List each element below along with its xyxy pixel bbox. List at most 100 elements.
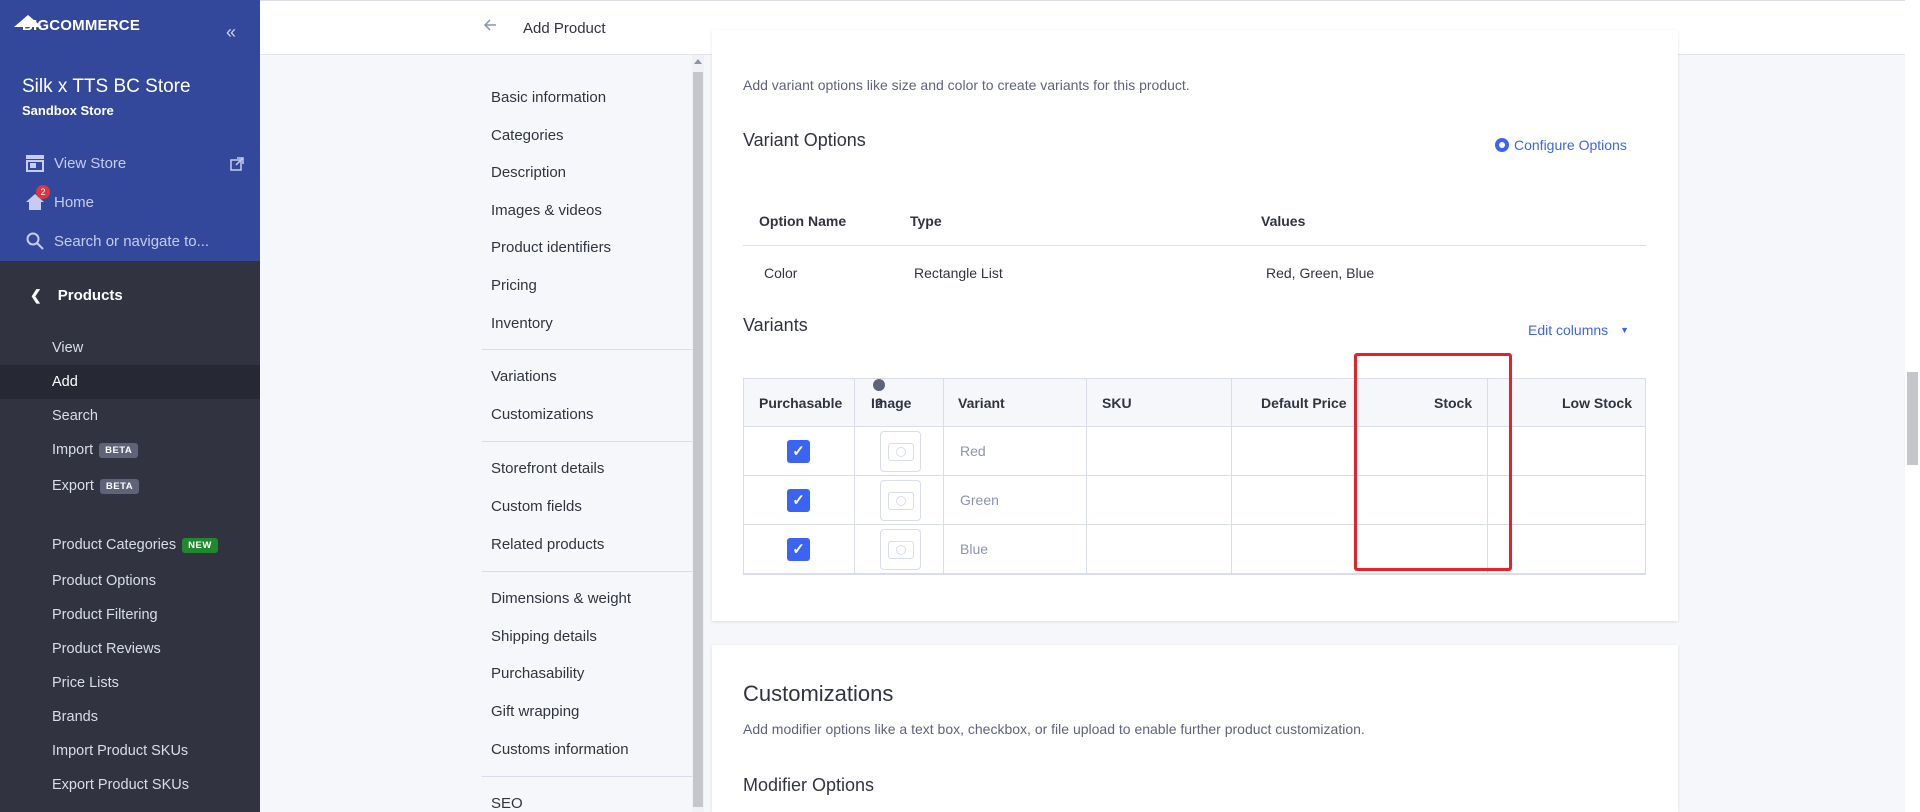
column-header: Default Price [1261, 395, 1347, 411]
sidebar-item-product-reviews[interactable]: Product Reviews [0, 632, 260, 666]
sidebar-item-label: Price Lists [52, 675, 119, 691]
sidebar-item-label: Add [52, 374, 78, 390]
nav-purchasability[interactable]: Purchasability [491, 665, 584, 682]
home-icon: 2 [24, 185, 50, 213]
sidebar-item-product-filtering[interactable]: Product Filtering [0, 598, 260, 632]
nav-categories[interactable]: Categories [491, 127, 564, 144]
nav-dimensions-weight[interactable]: Dimensions & weight [491, 590, 631, 607]
nav-divider [482, 776, 692, 777]
bigcommerce-logo[interactable]: BIGCOMMERCE [14, 14, 140, 34]
nav-customizations[interactable]: Customizations [491, 406, 594, 423]
configure-options-link[interactable]: Configure Options [1495, 137, 1627, 153]
variant-options-title: Variant Options [743, 130, 866, 150]
edit-columns-dropdown[interactable]: Edit columns ▼ [1528, 322, 1629, 338]
sidebar-item-label: Export Product SKUs [52, 777, 189, 793]
sidebar-item-label: Brands [52, 709, 98, 725]
sidebar-item-export[interactable]: Export BETA [0, 469, 260, 503]
sidebar-item-product-categories[interactable]: Product Categories NEW [0, 528, 260, 562]
sidebar-item-price-lists[interactable]: Price Lists [0, 666, 260, 700]
variant-name: Green [960, 492, 999, 508]
sidebar-item-label: Product Options [52, 573, 156, 589]
sidebar-item-brands[interactable]: Brands [0, 700, 260, 734]
nav-inventory[interactable]: Inventory [491, 315, 553, 332]
nav-divider [482, 571, 692, 572]
sidebar-item-view[interactable]: View [0, 331, 260, 365]
image-upload[interactable] [880, 431, 921, 472]
edit-columns-label: Edit columns [1528, 322, 1609, 338]
column-header: SKU [1102, 395, 1132, 411]
purchasable-checkbox[interactable]: ✓ [787, 440, 810, 463]
camera-icon [887, 442, 914, 461]
beta-badge: BETA [99, 478, 140, 494]
collapse-sidebar-icon[interactable]: « [226, 22, 236, 43]
products-section-back[interactable]: ❮ Products [30, 287, 123, 304]
customizations-description: Add modifier options like a text box, ch… [743, 721, 1365, 737]
nav-gift-wrapping[interactable]: Gift wrapping [491, 703, 579, 720]
back-arrow-icon[interactable] [483, 18, 497, 37]
home-label: Home [54, 193, 95, 211]
view-store-label: View Store [54, 154, 127, 172]
nav-pricing[interactable]: Pricing [491, 277, 537, 294]
scroll-up-icon[interactable] [694, 59, 702, 64]
sidebar-item-import-product-skus[interactable]: Import Product SKUs [0, 734, 260, 768]
nav-variations[interactable]: Variations [491, 368, 557, 385]
image-upload[interactable] [880, 529, 921, 570]
nav-scrollbar[interactable] [692, 55, 704, 812]
nav-divider [482, 441, 692, 442]
home-link[interactable]: 2 Home [24, 185, 95, 213]
scrollbar-thumb[interactable] [693, 72, 703, 807]
column-header: Values [1261, 213, 1306, 229]
search-placeholder: Search or navigate to... [54, 232, 210, 250]
sidebar-item-export-product-skus[interactable]: Export Product SKUs [0, 768, 260, 802]
purchasable-checkbox[interactable]: ✓ [787, 489, 810, 512]
caret-down-icon: ▼ [1620, 325, 1630, 335]
sidebar-item-product-options[interactable]: Product Options [0, 564, 260, 598]
new-badge: NEW [182, 537, 218, 553]
search-navigate-input[interactable]: Search or navigate to... [24, 230, 209, 252]
customizations-title: Customizations [743, 681, 894, 706]
option-values: Red, Green, Blue [1266, 265, 1375, 281]
purchasable-checkbox[interactable]: ✓ [787, 538, 810, 561]
column-divider [1086, 379, 1087, 574]
nav-shipping-details[interactable]: Shipping details [491, 628, 597, 645]
column-header: Option Name [759, 213, 847, 229]
sidebar-item-label: Product Reviews [52, 641, 161, 657]
view-store-link[interactable]: View Store [24, 152, 126, 174]
nav-images-videos[interactable]: Images & videos [491, 202, 602, 219]
nav-related-products[interactable]: Related products [491, 536, 604, 553]
sidebar-item-import[interactable]: Import BETA [0, 433, 260, 467]
section-title: Products [57, 287, 123, 304]
column-divider [854, 379, 855, 574]
option-type: Rectangle List [914, 265, 1003, 281]
nav-storefront-details[interactable]: Storefront details [491, 460, 604, 477]
column-header: Low Stock [1562, 395, 1633, 411]
table-row[interactable]: Color Rectangle List Red, Green, Blue [743, 246, 1646, 301]
beta-badge: BETA [99, 442, 139, 458]
configure-options-label: Configure Options [1514, 137, 1627, 153]
sidebar-item-add[interactable]: Add [0, 365, 260, 399]
column-divider [943, 379, 944, 574]
scrollbar-thumb[interactable] [1907, 372, 1918, 465]
nav-description[interactable]: Description [491, 164, 566, 181]
stock-column-highlight [1354, 353, 1512, 571]
sidebar-header: BIGCOMMERCE « Silk x TTS BC Store Sandbo… [0, 0, 260, 261]
option-name: Color [764, 265, 798, 281]
sidebar-item-label: Product Categories [52, 537, 177, 553]
window-scrollbar[interactable] [1905, 0, 1920, 812]
nav-custom-fields[interactable]: Custom fields [491, 498, 582, 515]
variations-title: Variations [743, 34, 840, 59]
nav-seo[interactable]: SEO [491, 795, 523, 812]
column-header: Purchasable [759, 395, 843, 411]
table-header: Option Name Type Values [743, 196, 1646, 246]
nav-product-identifiers[interactable]: Product identifiers [491, 239, 611, 256]
variant-options-table: Option Name Type Values Color Rectangle … [743, 196, 1646, 301]
image-upload[interactable] [880, 480, 921, 521]
help-icon[interactable]: ? [873, 379, 885, 411]
nav-basic-information[interactable]: Basic information [491, 89, 606, 106]
search-icon [24, 230, 46, 252]
external-link-icon[interactable] [230, 157, 244, 174]
nav-customs-information[interactable]: Customs information [491, 741, 629, 758]
sidebar: BIGCOMMERCE « Silk x TTS BC Store Sandbo… [0, 0, 260, 812]
sidebar-item-label: Import Product SKUs [52, 743, 189, 759]
sidebar-item-search[interactable]: Search [0, 399, 260, 433]
